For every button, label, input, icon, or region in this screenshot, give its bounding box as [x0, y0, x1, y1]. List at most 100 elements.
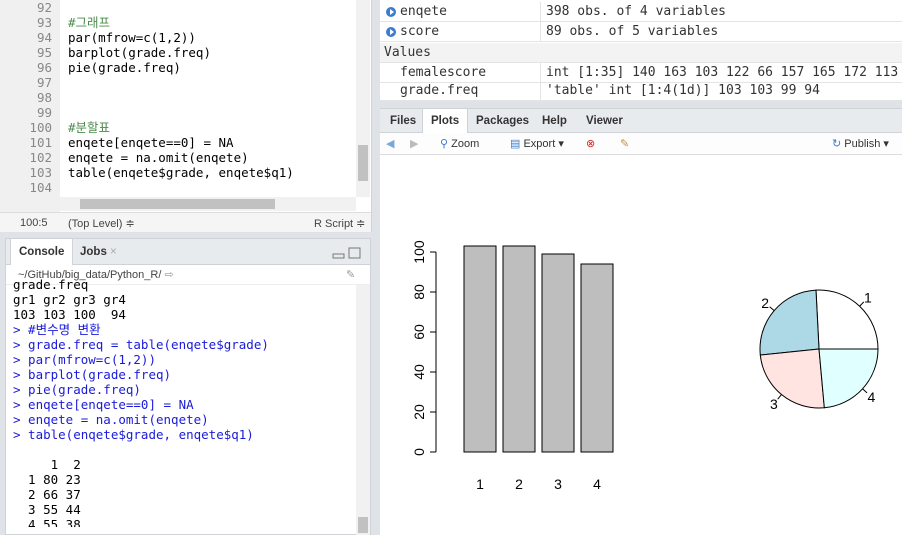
- code-line[interactable]: [68, 105, 354, 120]
- env-value: 'table' int [1:4(1d)] 103 103 99 94: [546, 83, 820, 98]
- editor-vertical-scrollbar[interactable]: [356, 0, 370, 197]
- tab-console[interactable]: Console: [10, 239, 74, 266]
- line-number: 93: [36, 15, 52, 30]
- code-line[interactable]: #그래프: [68, 15, 354, 30]
- plots-tabbar: Files Plots Packages Help Viewer: [380, 109, 902, 134]
- console-output-line: 3 55 44: [13, 502, 81, 517]
- line-number: 95: [36, 45, 52, 60]
- console-output-line: 1 80 23: [13, 472, 81, 487]
- env-row-grade-freq[interactable]: grade.freq 'table' int [1:4(1d)] 103 103…: [380, 81, 902, 101]
- env-row-enqete[interactable]: enqete 398 obs. of 4 variables: [380, 2, 902, 22]
- forward-arrow-icon[interactable]: ▶: [410, 136, 418, 152]
- line-number-gutter: 92 93 94 95 96 97 98 99 100 101 102 103 104: [0, 0, 60, 212]
- env-row-femalescore[interactable]: femalescore int [1:35] 140 163 103 122 6…: [380, 63, 902, 83]
- console-pane[interactable]: Console Jobs × ~/GitHub/big_data/Python_…: [5, 238, 371, 535]
- environment-pane: enqete 398 obs. of 4 variables score 89 …: [380, 0, 902, 101]
- line-number: 102: [29, 150, 52, 165]
- console-input-line: > table(enqete$grade, enqete$q1): [13, 427, 254, 442]
- code-line[interactable]: [68, 90, 354, 105]
- publish-button[interactable]: ↻ Publish ▾: [832, 136, 889, 152]
- env-name: enqete: [400, 4, 447, 19]
- y-tick-label: 100: [411, 240, 427, 264]
- editor-hscroll-thumb[interactable]: [80, 199, 275, 209]
- pie-label-tick: [769, 306, 775, 311]
- console-input-line: > par(mfrow=c(1,2)): [13, 352, 156, 367]
- scope-selector[interactable]: (Top Level) ≑: [68, 217, 135, 230]
- tab-plots[interactable]: Plots: [422, 109, 469, 134]
- plot-canvas: 0 20 40 60 80 100 1 2 3 4 1 2 3 4: [411, 240, 879, 492]
- line-number: 96: [36, 60, 52, 75]
- y-tick-label: 40: [411, 364, 427, 380]
- minimize-maximize-icon[interactable]: [332, 247, 362, 259]
- tab-jobs[interactable]: Jobs ×: [72, 239, 125, 265]
- console-output[interactable]: grade.freq gr1 gr2 gr3 gr4 103 103 100 94 >…: [13, 277, 353, 527]
- line-number: 100: [29, 120, 52, 135]
- bar: [463, 245, 497, 453]
- code-line[interactable]: par(mfrow=c(1,2)): [68, 30, 354, 45]
- console-output-line: 1 2: [13, 457, 81, 472]
- source-editor[interactable]: 92 93 94 95 96 97 98 99 100 101 102 103 104 #그래프 par(…: [0, 0, 372, 232]
- bar-chart: 0 20 40 60 80 100 1 2 3 4: [411, 240, 614, 492]
- env-value: 398 obs. of 4 variables: [546, 4, 727, 19]
- tab-viewer[interactable]: Viewer: [578, 109, 631, 133]
- console-output-line: gr1 gr2 gr3 gr4: [13, 292, 126, 307]
- line-number: 104: [29, 180, 52, 195]
- expand-icon[interactable]: [386, 7, 396, 17]
- console-input-line: > #변수명 변환: [13, 322, 101, 337]
- x-tick-label: 4: [593, 476, 601, 492]
- pie-label: 3: [770, 396, 778, 412]
- code-line[interactable]: [68, 180, 354, 195]
- code-area[interactable]: #그래프 par(mfrow=c(1,2)) barplot(grade.freq)…: [68, 0, 354, 212]
- line-number: 98: [36, 90, 52, 105]
- code-line[interactable]: #분할표: [68, 120, 354, 135]
- y-tick-label: 20: [411, 404, 427, 420]
- code-line[interactable]: barplot(grade.freq): [68, 45, 354, 60]
- editor-horizontal-scrollbar[interactable]: [60, 197, 356, 211]
- x-tick-label: 2: [515, 476, 523, 492]
- zoom-button[interactable]: ⚲ Zoom: [440, 136, 479, 152]
- console-vertical-scrollbar[interactable]: [356, 285, 370, 535]
- x-tick-label: 1: [476, 476, 484, 492]
- broom-icon[interactable]: ✎: [620, 136, 629, 152]
- console-tabbar: Console Jobs ×: [6, 239, 370, 266]
- code-line[interactable]: [68, 75, 354, 90]
- pie-label: 2: [761, 295, 769, 311]
- pie-label-tick: [862, 388, 868, 394]
- editor-scroll-thumb[interactable]: [358, 145, 368, 181]
- console-output-line: 103 103 100 94: [13, 307, 126, 322]
- env-row-score[interactable]: score 89 obs. of 5 variables: [380, 22, 902, 42]
- line-number: 101: [29, 135, 52, 150]
- pie-chart: 1 2 3 4: [759, 290, 879, 412]
- env-value: int [1:35] 140 163 103 122 66 157 165 17…: [546, 65, 899, 80]
- tab-packages[interactable]: Packages: [468, 109, 537, 133]
- bar: [541, 253, 575, 453]
- console-scroll-thumb[interactable]: [358, 517, 368, 533]
- code-line[interactable]: enqete = na.omit(enqete): [68, 150, 354, 165]
- remove-plot-icon[interactable]: ⊗: [586, 136, 595, 152]
- env-name: femalescore: [380, 63, 541, 83]
- export-button[interactable]: ▤ Export ▾: [510, 136, 564, 152]
- close-icon[interactable]: ×: [110, 246, 117, 258]
- export-icon: ▤: [510, 138, 521, 150]
- code-line[interactable]: pie(grade.freq): [68, 60, 354, 75]
- console-input-line: > grade.freq = table(enqete$grade): [13, 337, 269, 352]
- expand-icon[interactable]: [386, 27, 396, 37]
- back-arrow-icon[interactable]: ◀: [386, 136, 394, 152]
- filetype-selector[interactable]: R Script ≑: [314, 217, 365, 230]
- plots-toolbar: ◀ ▶ ⚲ Zoom ▤ Export ▾ ⊗ ✎ ↻ Publish ▾: [380, 133, 902, 155]
- line-number: 94: [36, 30, 52, 45]
- tab-help[interactable]: Help: [534, 109, 575, 133]
- y-tick-label: 0: [411, 448, 427, 456]
- console-input-line: > enqete[enqete==0] = NA: [13, 397, 194, 412]
- console-output-line: 4 55 38: [13, 517, 81, 527]
- env-name: score: [400, 24, 440, 39]
- console-input-line: > pie(grade.freq): [13, 382, 141, 397]
- code-line[interactable]: enqete[enqete==0] = NA: [68, 135, 354, 150]
- y-tick-label: 80: [411, 284, 427, 300]
- console-input-line: > enqete = na.omit(enqete): [13, 412, 209, 427]
- code-line[interactable]: [68, 0, 354, 15]
- line-number: 97: [36, 75, 52, 90]
- tab-files[interactable]: Files: [382, 109, 424, 133]
- code-line[interactable]: table(enqete$grade, enqete$q1): [68, 165, 354, 180]
